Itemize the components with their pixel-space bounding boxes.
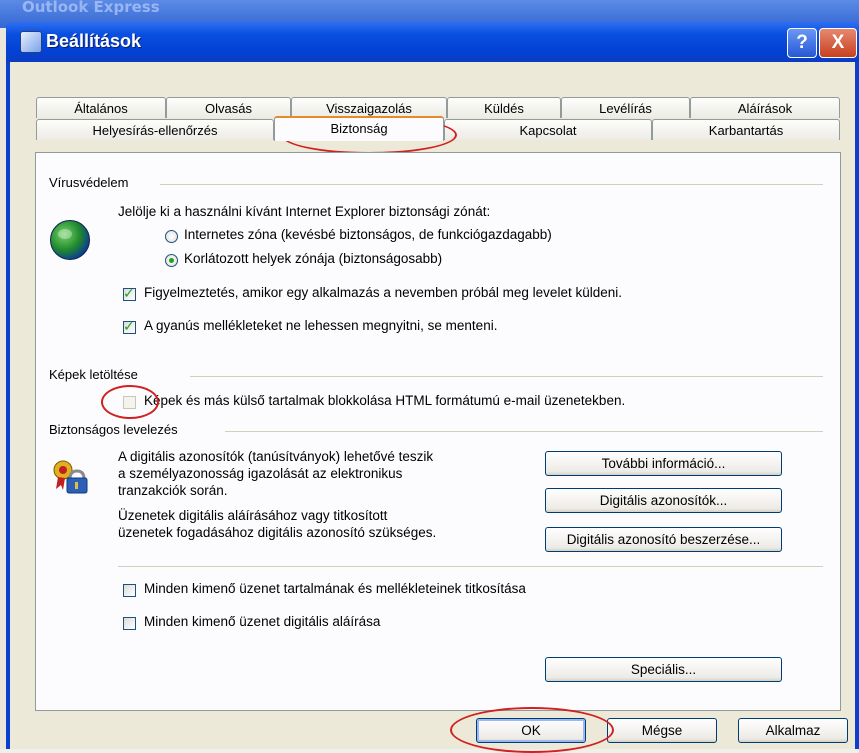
checkbox-block-attachments[interactable]: ✓ [123, 319, 136, 335]
settings-dialog: Beállítások ? X Általános Olvasás Vissza… [6, 22, 859, 753]
tab-helyesiras[interactable]: Helyesírás-ellenőrzés [36, 119, 274, 140]
radio-selected-dot [169, 258, 174, 263]
tab-kuldes[interactable]: Küldés [447, 97, 561, 118]
checkbox-warn-label[interactable]: Figyelmeztetés, amikor egy alkalmazás a … [144, 285, 622, 300]
secure-text-2a: Üzenetek digitális aláírásához vagy titk… [118, 508, 388, 523]
secure-text-1c: tranzakciók során. [118, 483, 228, 498]
secure-text-1b: a személyazonosság igazolását az elektro… [118, 466, 403, 481]
group-divider [225, 431, 823, 432]
close-button[interactable]: X [819, 28, 857, 58]
globe-icon [50, 220, 90, 260]
virus-group-label: Vírusvédelem [49, 175, 129, 190]
checkbox-warn-send[interactable]: ✓ [123, 286, 136, 302]
tab-visszaigazolas[interactable]: Visszaigazolás [291, 97, 447, 118]
advanced-button[interactable]: Speciális... [545, 657, 782, 682]
get-digital-id-button[interactable]: Digitális azonosító beszerzése... [545, 527, 782, 552]
dialog-client-area: Általános Olvasás Visszaigazolás Küldés … [10, 62, 855, 753]
digital-ids-button[interactable]: Digitális azonosítók... [545, 488, 782, 513]
radio-internet-zone[interactable] [165, 230, 178, 243]
more-info-button[interactable]: További információ... [545, 451, 782, 476]
radio-restricted-label[interactable]: Korlátozott helyek zónája (biztonságosab… [184, 251, 442, 266]
tab-kapcsolat[interactable]: Kapcsolat [444, 119, 652, 140]
certificate-lock-icon [53, 460, 88, 494]
secure-mail-group-label: Biztonságos levelezés [49, 422, 178, 437]
checkbox-sign-all[interactable] [123, 617, 136, 630]
ok-button[interactable]: OK [476, 718, 586, 743]
checkbox-attach-label[interactable]: A gyanús mellékleteket ne lehessen megny… [144, 318, 497, 333]
tab-biztonsag[interactable]: Biztonság [274, 116, 444, 141]
radio-restricted-zone[interactable] [165, 254, 178, 267]
help-button[interactable]: ? [787, 28, 817, 58]
tab-levelirasa[interactable]: Levélírás [561, 97, 690, 118]
checkmark-icon: ✓ [123, 286, 135, 302]
secure-text-1a: A digitális azonosítók (tanúsítványok) l… [118, 449, 434, 464]
checkbox-encrypt-label[interactable]: Minden kimenő üzenet tartalmának és mell… [144, 581, 526, 596]
checkbox-block-images[interactable] [123, 396, 136, 409]
background-app-title: Outlook Express [22, 0, 160, 16]
images-group-label: Képek letöltése [49, 367, 138, 382]
cancel-button[interactable]: Mégse [607, 718, 717, 743]
apply-button[interactable]: Alkalmaz [738, 718, 848, 743]
checkmark-icon: ✓ [123, 319, 135, 335]
dialog-titlebar[interactable]: Beállítások ? X [6, 22, 859, 62]
outlook-app-icon [20, 31, 42, 53]
checkbox-encrypt-all[interactable] [123, 584, 136, 597]
group-divider [118, 566, 823, 567]
dialog-title: Beállítások [46, 31, 142, 51]
secure-text-2b: üzenetek fogadásához digitális azonosító… [118, 525, 437, 540]
radio-internet-label[interactable]: Internetes zóna (kevésbé biztonságos, de… [184, 227, 552, 242]
checkbox-block-images-label[interactable]: Képek és más külső tartalmak blokkolása … [144, 393, 625, 408]
zone-prompt: Jelölje ki a használni kívánt Internet E… [118, 204, 491, 219]
tab-karbantartas[interactable]: Karbantartás [652, 119, 840, 140]
tab-olvasas[interactable]: Olvasás [166, 97, 291, 118]
group-divider [160, 184, 823, 185]
tab-altalanos[interactable]: Általános [36, 97, 166, 118]
checkbox-sign-label[interactable]: Minden kimenő üzenet digitális aláírása [144, 614, 380, 629]
group-divider [190, 376, 823, 377]
tab-alairasok[interactable]: Aláírások [690, 97, 840, 118]
